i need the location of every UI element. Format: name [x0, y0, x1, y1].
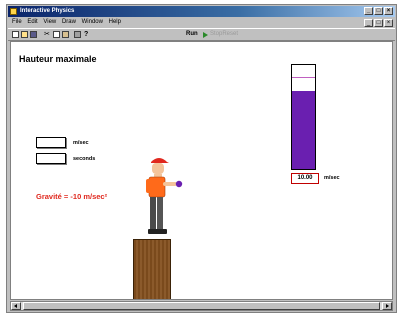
doc-restore-button[interactable]: □: [374, 19, 383, 27]
menu-help[interactable]: Help: [109, 18, 121, 27]
play-icon[interactable]: [203, 32, 208, 38]
menu-edit[interactable]: Edit: [27, 18, 37, 27]
new-icon[interactable]: [12, 31, 19, 38]
time-unit: seconds: [73, 156, 96, 162]
time-field[interactable]: [36, 153, 66, 164]
menu-draw[interactable]: Draw: [62, 18, 76, 27]
run-button[interactable]: Run: [186, 31, 198, 37]
title-bar[interactable]: Interactive Physics _ □ ×: [8, 6, 395, 17]
meter-unit: m/sec: [324, 175, 340, 181]
scroll-right-button[interactable]: [382, 302, 392, 310]
scroll-left-button[interactable]: [11, 302, 21, 310]
print-icon[interactable]: [74, 31, 81, 38]
paste-icon[interactable]: [62, 31, 69, 38]
minimize-button[interactable]: _: [364, 7, 373, 15]
menu-bar: File Edit View Draw Window Help _ □ ×: [8, 18, 395, 27]
open-icon[interactable]: [21, 31, 28, 38]
stop-reset-buttons[interactable]: StopReset: [210, 31, 238, 37]
app-window: Interactive Physics _ □ × File Edit View…: [6, 4, 397, 313]
meter-mark: [292, 77, 315, 78]
cut-icon[interactable]: ✂: [44, 31, 51, 38]
close-button[interactable]: ×: [384, 7, 393, 15]
meter-value[interactable]: 10.00: [291, 173, 319, 184]
window-controls: _ □ ×: [364, 7, 393, 15]
menu-view[interactable]: View: [43, 18, 56, 27]
copy-icon[interactable]: [53, 31, 60, 38]
doc-close-button[interactable]: ×: [384, 19, 393, 27]
help-icon[interactable]: ?: [84, 31, 91, 38]
horizontal-scrollbar[interactable]: [10, 301, 393, 311]
maximize-button[interactable]: □: [374, 7, 383, 15]
window-title: Interactive Physics: [20, 8, 75, 14]
cap-icon: [151, 158, 169, 163]
velocity-field[interactable]: [36, 137, 66, 148]
menu-file[interactable]: File: [12, 18, 22, 27]
velocity-meter[interactable]: [291, 64, 316, 170]
thrower-figure[interactable]: [139, 154, 187, 242]
meter-fill: [292, 91, 315, 169]
page-title: Hauteur maximale: [19, 54, 97, 64]
document-controls: _ □ ×: [364, 19, 393, 27]
menu-window[interactable]: Window: [82, 18, 103, 27]
doc-minimize-button[interactable]: _: [364, 19, 373, 27]
simulation-canvas[interactable]: Hauteur maximale m/sec seconds Gravité =…: [10, 41, 393, 300]
pedestal-block[interactable]: [133, 239, 171, 299]
toolbar: ✂ ? Run StopReset: [8, 28, 395, 41]
save-icon[interactable]: [30, 31, 37, 38]
scroll-thumb[interactable]: [23, 302, 380, 310]
velocity-unit: m/sec: [73, 140, 89, 146]
gravity-label: Gravité = -10 m/sec²: [36, 192, 108, 201]
ball-icon: [175, 180, 183, 188]
app-icon: [10, 8, 17, 15]
